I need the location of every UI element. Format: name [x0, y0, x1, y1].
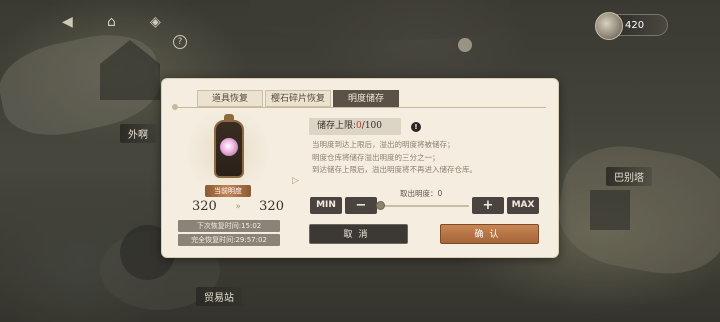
next-value: 320	[259, 199, 284, 214]
min-button[interactable]: MIN	[310, 197, 342, 214]
currency-value: 420	[625, 19, 645, 31]
full-recover-time: 29:57:02	[235, 236, 267, 244]
confirm-button[interactable]: 确认	[440, 224, 539, 244]
cancel-label: 取消	[343, 230, 374, 240]
tab-item-restore[interactable]: 道具恢复	[197, 90, 263, 107]
lantern-illustration	[185, 109, 271, 195]
next-recover-row: 下次恢复时间:15:02	[178, 220, 280, 232]
desc-line: 到达储存上限后，溢出明度将不再进入储存仓库。	[312, 165, 477, 174]
lantern-cap	[224, 114, 234, 122]
storage-dialog: 道具恢复 樱石碎片恢复 明度储存 当前明度 320 » 320 下次恢复时间:1…	[161, 78, 559, 258]
arrow-icon: »	[235, 201, 241, 212]
divider-ornament	[172, 104, 178, 110]
full-recover-row: 完全恢复时间:29:57:02	[178, 234, 280, 246]
next-recover-label: 下次恢复时间:	[196, 222, 242, 230]
map-location-left[interactable]: 外啊	[120, 124, 156, 143]
home-icon[interactable]: ⌂	[107, 14, 116, 30]
current-value: 320	[192, 199, 217, 214]
tab-bar: 道具恢复 樱石碎片恢复 明度储存	[197, 90, 401, 107]
map-location-trade[interactable]: 贸易站	[196, 287, 242, 306]
back-arrow-icon[interactable]: ◀	[62, 14, 73, 30]
current-brightness-badge: 当前明度	[205, 185, 251, 197]
tab-shard-restore[interactable]: 樱石碎片恢复	[265, 90, 331, 107]
map-marker-icon[interactable]	[458, 38, 472, 52]
divider	[174, 107, 546, 108]
max-button[interactable]: MAX	[507, 197, 539, 214]
amount-slider[interactable]	[379, 205, 469, 207]
desc-line: 明度仓库将储存溢出明度的三分之一；	[312, 152, 440, 162]
lantern-icon	[214, 114, 244, 178]
take-label-text: 取出明度：	[400, 189, 438, 198]
next-recover-time: 15:02	[241, 222, 262, 230]
brightness-values: 320 » 320	[192, 199, 284, 214]
info-icon[interactable]: !	[411, 122, 421, 132]
confirm-label: 确认	[474, 230, 505, 240]
storage-cap: 储存上限:0/100	[309, 118, 401, 135]
decrease-button[interactable]: −	[345, 197, 377, 214]
slider-handle[interactable]	[376, 201, 385, 210]
gem-icon	[595, 12, 623, 40]
full-recover-label: 完全恢复时间:	[191, 236, 236, 244]
cap-max: /100	[361, 121, 382, 131]
map-toggle-icon[interactable]: ◈	[150, 14, 161, 30]
desc-line: 当明度到达上限后，溢出的明度将被储存；	[312, 140, 455, 149]
help-icon[interactable]: ?	[173, 35, 187, 49]
increase-button[interactable]: +	[472, 197, 504, 214]
lantern-orb	[220, 138, 238, 156]
take-amount-label: 取出明度：0	[400, 188, 442, 199]
tab-brightness-storage[interactable]: 明度储存	[333, 90, 399, 107]
map-location-babel[interactable]: 巴别塔	[606, 167, 652, 186]
cap-label: 储存上限:	[317, 121, 357, 131]
take-value: 0	[437, 189, 443, 198]
cancel-button[interactable]: 取消	[309, 224, 408, 244]
currency-display[interactable]: 420	[595, 12, 668, 40]
expand-arrow-icon: ▷	[292, 176, 299, 186]
storage-description: 当明度到达上限后，溢出的明度将被储存； 明度仓库将储存溢出明度的三分之一； 到达…	[312, 139, 548, 177]
